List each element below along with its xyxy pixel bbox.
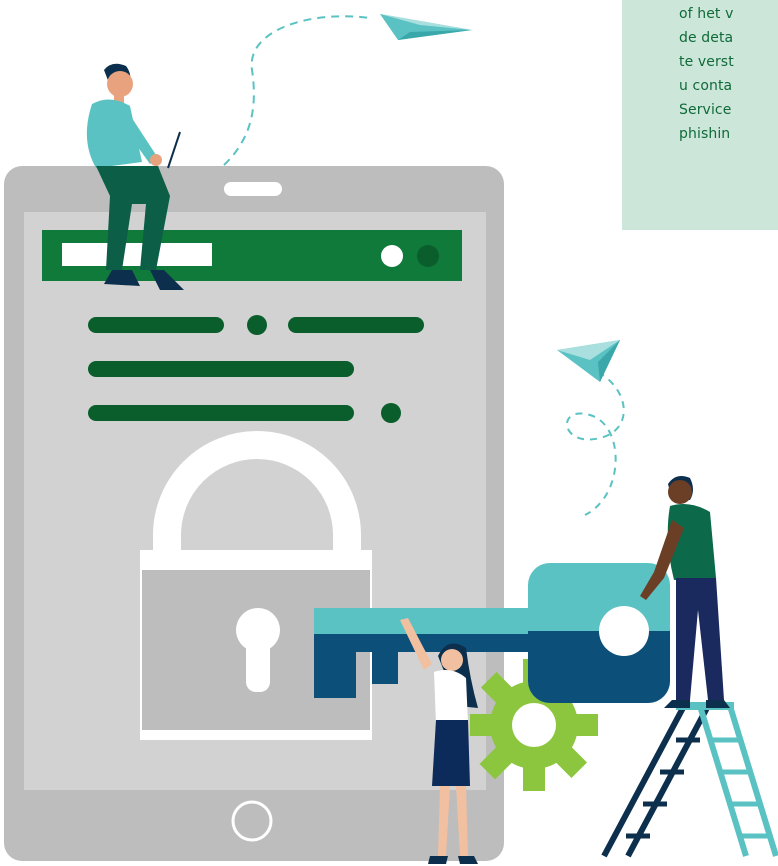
flight-path-top (223, 15, 371, 166)
header-dot-light[interactable] (381, 245, 403, 267)
ladder-icon (601, 702, 778, 858)
paper-plane-icon (557, 340, 620, 382)
info-line: u conta (679, 78, 733, 94)
info-line: of het v (679, 6, 734, 22)
flight-path-right (566, 371, 625, 516)
info-line: phishin (679, 126, 731, 142)
paper-plane-icon (380, 14, 472, 40)
info-line: de deta (679, 30, 734, 46)
info-panel: of het v de deta te verst u conta Servic… (622, 0, 778, 230)
info-line: Service (679, 102, 732, 118)
header-dot-dark[interactable] (417, 245, 439, 267)
tablet-speaker (224, 182, 282, 196)
app-header-bar (42, 230, 462, 281)
info-line: te verst (679, 54, 734, 70)
header-title-placeholder (62, 243, 212, 266)
